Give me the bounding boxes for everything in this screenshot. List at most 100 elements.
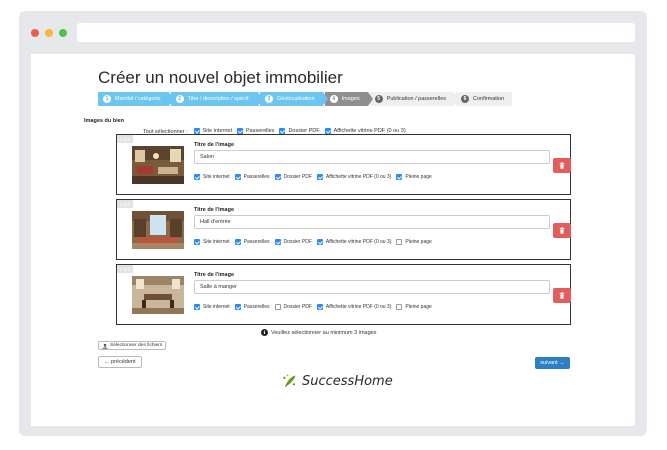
step-number: 1 bbox=[103, 95, 111, 103]
previous-button[interactable]: ← précédent bbox=[98, 356, 142, 368]
logo-text: SuccessHome bbox=[302, 373, 393, 389]
image-options: Site internet Passerelles Dossier PDF Affic… bbox=[194, 304, 437, 310]
checkbox-checked[interactable] bbox=[316, 174, 323, 180]
step-arrow bbox=[367, 92, 373, 106]
section-label: Images du bien bbox=[84, 118, 125, 124]
checkbox-checked[interactable] bbox=[316, 239, 323, 245]
min-images-notice: i Veuillez sélectionner au minimum 3 ima… bbox=[261, 329, 376, 336]
wizard-step-3[interactable]: 3 Géolocalisation bbox=[260, 92, 328, 106]
image-list: ≡ 1/3 Titre de l'image Salon Site internet P… bbox=[116, 134, 571, 325]
checkbox-checked[interactable] bbox=[194, 239, 200, 245]
step-number: 5 bbox=[374, 95, 383, 103]
next-button[interactable]: suivant → bbox=[535, 357, 570, 369]
drag-handle[interactable]: ≡ 2/3 bbox=[117, 200, 133, 208]
page-content: Créer un nouvel objet immobilier 1 Mandat… bbox=[31, 54, 635, 426]
delete-image-button[interactable] bbox=[553, 288, 571, 303]
checkbox-label: Site internet bbox=[203, 304, 230, 310]
image-card[interactable]: ≡ 2/3 Titre de l'image Hall d'entrée Site i… bbox=[116, 199, 571, 260]
step-label: Géolocalisation bbox=[277, 96, 315, 102]
checkbox-option[interactable]: Passerelles bbox=[234, 174, 270, 180]
checkbox-unchecked[interactable] bbox=[274, 304, 281, 310]
checkbox-option[interactable]: Site internet bbox=[194, 304, 230, 310]
checkbox-label: Site internet bbox=[203, 239, 230, 245]
brand-logo: SuccessHome bbox=[282, 373, 393, 389]
image-title-label: Titre de l'image bbox=[194, 207, 235, 213]
checkbox-option[interactable]: Pleine page bbox=[396, 239, 432, 245]
previous-label: ← précédent bbox=[104, 359, 136, 365]
page-title: Créer un nouvel objet immobilier bbox=[98, 68, 343, 87]
checkbox-option[interactable]: Site internet bbox=[194, 239, 230, 245]
step-number: 3 bbox=[265, 95, 274, 103]
drag-handle[interactable]: ≡ 1/3 bbox=[117, 135, 133, 143]
wizard-step-4[interactable]: 4 Images bbox=[324, 92, 373, 106]
select-files-label: Sélectionner des fichiers bbox=[110, 343, 163, 348]
checkbox-checked[interactable] bbox=[274, 174, 281, 180]
logo-leaf-icon bbox=[283, 374, 296, 387]
drag-handle[interactable]: ≡ 3/3 bbox=[117, 265, 133, 273]
delete-image-button[interactable] bbox=[553, 158, 571, 173]
step-number: 2 bbox=[175, 95, 184, 103]
image-title-label: Titre de l'image bbox=[194, 272, 235, 278]
image-title-input[interactable]: Salon bbox=[194, 150, 550, 164]
info-icon: i bbox=[261, 329, 268, 336]
image-thumbnail bbox=[132, 211, 184, 249]
checkbox-label: Dossier PDF bbox=[283, 174, 312, 180]
checkbox-label: Affichette vitrine PDF (0 ou 3) bbox=[325, 174, 392, 180]
checkbox-option[interactable]: Affichette vitrine PDF (0 ou 3) bbox=[316, 174, 392, 180]
checkbox-checked[interactable] bbox=[234, 239, 241, 245]
step-label: Confirmation bbox=[473, 96, 505, 102]
checkbox-unchecked[interactable] bbox=[396, 239, 403, 245]
window-close-button[interactable] bbox=[31, 29, 39, 37]
image-thumbnail bbox=[132, 276, 184, 314]
wizard-step-6[interactable]: 6 Confirmation bbox=[456, 92, 513, 106]
window-maximize-button[interactable] bbox=[59, 29, 67, 37]
checkbox-checked[interactable] bbox=[234, 304, 241, 310]
checkbox-checked[interactable] bbox=[194, 304, 200, 310]
step-label: Publication / passerelles bbox=[386, 96, 446, 102]
step-number: 6 bbox=[461, 95, 469, 103]
checkbox-label: Passerelles bbox=[243, 239, 270, 245]
delete-image-button[interactable] bbox=[553, 223, 571, 238]
trash-icon bbox=[559, 292, 565, 299]
checkbox-option[interactable]: Affichette vitrine PDF (0 ou 3) bbox=[316, 239, 391, 245]
checkbox-checked[interactable] bbox=[194, 174, 200, 180]
checkbox-checked[interactable] bbox=[316, 304, 323, 310]
image-title-label: Titre de l'image bbox=[194, 142, 235, 148]
checkbox-option[interactable]: Pleine page bbox=[396, 304, 432, 310]
image-title-input[interactable]: Salle à manger bbox=[194, 280, 550, 294]
checkbox-checked[interactable] bbox=[234, 174, 241, 180]
checkbox-option[interactable]: Affichette vitrine PDF (0 ou 3) bbox=[316, 304, 391, 310]
select-files-button[interactable]: Sélectionner des fichiers bbox=[98, 341, 167, 350]
image-thumbnail bbox=[132, 146, 184, 184]
step-number: 4 bbox=[329, 95, 338, 103]
wizard-step-1[interactable]: 1 Mandat / catégorie bbox=[98, 92, 174, 106]
upload-icon bbox=[102, 343, 108, 349]
checkbox-checked[interactable] bbox=[396, 174, 403, 180]
checkbox-option[interactable]: Dossier PDF bbox=[274, 304, 312, 310]
checkbox-unchecked[interactable] bbox=[396, 304, 403, 310]
checkbox-option[interactable]: Site internet bbox=[194, 174, 230, 180]
wizard-step-2[interactable]: 2 Titre / description / spécif. bbox=[170, 92, 264, 106]
checkbox-checked[interactable] bbox=[274, 239, 281, 245]
trash-icon bbox=[559, 227, 565, 234]
checkbox-option[interactable]: Passerelles bbox=[234, 304, 270, 310]
image-card[interactable]: ≡ 1/3 Titre de l'image Salon Site internet P… bbox=[116, 134, 571, 195]
checkbox-option[interactable]: Pleine page bbox=[396, 174, 432, 180]
address-bar[interactable] bbox=[77, 23, 635, 42]
step-arrow bbox=[322, 92, 328, 106]
checkbox-label: Pleine page bbox=[405, 239, 432, 245]
trash-icon bbox=[559, 162, 565, 169]
step-label: Titre / description / spécif. bbox=[187, 96, 251, 102]
image-card[interactable]: ≡ 3/3 Titre de l'image Salle à manger Site … bbox=[116, 264, 571, 325]
step-arrow bbox=[168, 92, 174, 106]
next-label: suivant → bbox=[540, 360, 565, 366]
wizard-steps: 1 Mandat / catégorie 2 Titre / description … bbox=[98, 92, 513, 106]
checkbox-option[interactable]: Dossier PDF bbox=[274, 174, 312, 180]
wizard-step-5[interactable]: 5 Publication / passerelles bbox=[369, 92, 459, 106]
image-title-input[interactable]: Hall d'entrée bbox=[194, 215, 550, 229]
checkbox-option[interactable]: Dossier PDF bbox=[274, 239, 312, 245]
checkbox-label: Passerelles bbox=[243, 174, 270, 180]
window-minimize-button[interactable] bbox=[45, 29, 53, 37]
checkbox-label: Pleine page bbox=[405, 174, 432, 180]
checkbox-option[interactable]: Passerelles bbox=[234, 239, 270, 245]
